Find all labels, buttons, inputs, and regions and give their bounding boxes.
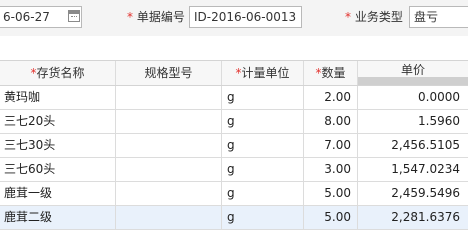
cell-qty[interactable]: 2.00 xyxy=(304,86,358,109)
cell-name[interactable]: 鹿茸一级 xyxy=(0,182,116,205)
table-row[interactable]: 黄玛咖 g 2.00 0.0000 xyxy=(0,86,468,110)
cell-price[interactable]: 2,281.6376 xyxy=(358,206,468,229)
cell-name[interactable]: 鹿茸二级 xyxy=(0,206,116,229)
cell-qty[interactable]: 7.00 xyxy=(304,134,358,157)
cell-spec[interactable] xyxy=(116,182,222,205)
col-header-price[interactable]: 单价 xyxy=(358,61,468,85)
biz-type-value: 盘亏 xyxy=(414,10,439,24)
cell-qty[interactable]: 8.00 xyxy=(304,110,358,133)
table-row[interactable]: 三七20头 g 8.00 1.5960 xyxy=(0,110,468,134)
table-row[interactable]: 鹿茸一级 g 5.00 2,459.5496 xyxy=(0,182,468,206)
cell-spec[interactable] xyxy=(116,134,222,157)
cell-name[interactable]: 三七60头 xyxy=(0,158,116,181)
calendar-icon[interactable] xyxy=(68,10,80,22)
cell-qty[interactable]: 5.00 xyxy=(304,206,358,229)
col-header-spec[interactable]: 规格型号 xyxy=(116,61,222,85)
cell-price[interactable]: 2,459.5496 xyxy=(358,182,468,205)
cell-unit[interactable]: g xyxy=(222,158,304,181)
cell-price[interactable]: 0.0000 xyxy=(358,86,468,109)
cell-name[interactable]: 三七30头 xyxy=(0,134,116,157)
col-header-name[interactable]: *存货名称 xyxy=(0,61,116,85)
cell-spec[interactable] xyxy=(116,110,222,133)
cell-spec[interactable] xyxy=(116,158,222,181)
cell-unit[interactable]: g xyxy=(222,86,304,109)
cell-price[interactable]: 1,547.0234 xyxy=(358,158,468,181)
cell-price[interactable]: 1.5960 xyxy=(358,110,468,133)
doc-no-label: * 单据编号 xyxy=(127,10,185,24)
cell-qty[interactable]: 5.00 xyxy=(304,182,358,205)
cell-price[interactable]: 2,456.5105 xyxy=(358,134,468,157)
document-header: 6-06-27 * 单据编号 ID-2016-06-0013 * 业务类型 盘亏 xyxy=(0,0,468,36)
cell-spec[interactable] xyxy=(116,86,222,109)
biz-type-label: * 业务类型 xyxy=(345,10,403,24)
doc-no-field[interactable]: ID-2016-06-0013 xyxy=(189,6,302,28)
table-row[interactable]: 鹿茸二级 g 5.00 2,281.6376 xyxy=(0,206,468,230)
cell-name[interactable]: 三七20头 xyxy=(0,110,116,133)
date-value: 6-06-27 xyxy=(3,10,50,24)
cell-qty[interactable]: 3.00 xyxy=(304,158,358,181)
doc-no-value: ID-2016-06-0013 xyxy=(194,10,297,24)
cell-unit[interactable]: g xyxy=(222,182,304,205)
cell-spec[interactable] xyxy=(116,206,222,229)
cell-unit[interactable]: g xyxy=(222,206,304,229)
table-header: *存货名称 规格型号 *计量单位 *数量 单价 xyxy=(0,60,468,86)
table-row[interactable]: 三七30头 g 7.00 2,456.5105 xyxy=(0,134,468,158)
cell-name[interactable]: 黄玛咖 xyxy=(0,86,116,109)
col-header-unit[interactable]: *计量单位 xyxy=(222,61,304,85)
table-row[interactable]: 三七60头 g 3.00 1,547.0234 xyxy=(0,158,468,182)
cell-unit[interactable]: g xyxy=(222,110,304,133)
cell-unit[interactable]: g xyxy=(222,134,304,157)
col-header-qty[interactable]: *数量 xyxy=(304,61,358,85)
biz-type-field[interactable]: 盘亏 xyxy=(409,6,468,28)
